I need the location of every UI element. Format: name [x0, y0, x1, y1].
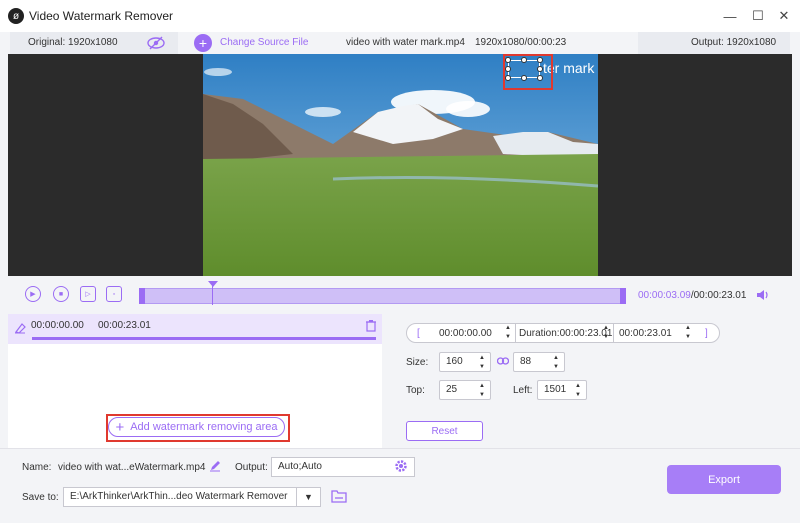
output-format-value: Auto;Auto: [278, 461, 322, 472]
left-stepper[interactable]: ▲ ▼: [573, 382, 583, 400]
video-frame[interactable]: ter mark: [203, 54, 598, 276]
edit-name-icon[interactable]: [209, 460, 221, 475]
next-frame-icon[interactable]: ▷: [80, 286, 96, 302]
save-to-label: Save to:: [22, 492, 59, 503]
window-title: Video Watermark Remover: [29, 9, 174, 23]
left-value: 1501: [544, 384, 567, 395]
reset-button[interactable]: Reset: [406, 421, 483, 441]
save-path-value: E:\ArkThinker\ArkThin...deo Watermark Re…: [70, 491, 288, 502]
play-icon[interactable]: ▶: [25, 286, 41, 302]
video-preview: ter mark: [8, 54, 792, 276]
save-path-field[interactable]: E:\ArkThinker\ArkThin...deo Watermark Re…: [63, 487, 321, 507]
output-resolution: Output: 1920x1080: [691, 37, 777, 48]
link-ratio-icon[interactable]: [496, 356, 510, 369]
height-value: 88: [520, 356, 532, 367]
segment-progress: [32, 337, 376, 340]
width-value: 160: [446, 356, 463, 367]
segment-row[interactable]: 00:00:00.00 00:00:23.01: [8, 314, 382, 344]
start-time-field[interactable]: 00:00:00.00: [439, 324, 492, 342]
segment-end: 00:00:23.01: [98, 320, 151, 331]
playhead-line: [212, 283, 213, 305]
trim-start-handle[interactable]: [139, 288, 145, 304]
file-name: video with water mark.mp4: [346, 37, 465, 48]
height-stepper[interactable]: ▲ ▼: [551, 354, 561, 372]
volume-icon[interactable]: [756, 288, 770, 305]
duration-stepper[interactable]: ▲ ▼: [601, 324, 611, 342]
duration-field[interactable]: Duration:00:00:23.01: [519, 324, 612, 342]
eye-off-icon[interactable]: [147, 36, 165, 53]
end-time-stepper[interactable]: ▲ ▼: [683, 324, 693, 342]
width-stepper[interactable]: ▲ ▼: [477, 354, 487, 372]
playhead-icon[interactable]: [208, 281, 218, 287]
name-label: Name:: [22, 462, 52, 473]
segment-start: 00:00:00.00: [31, 320, 84, 331]
watermark-highlight: [503, 54, 553, 90]
export-button[interactable]: Export: [667, 465, 781, 494]
original-resolution: Original: 1920x1080: [28, 37, 118, 48]
trash-icon[interactable]: [365, 319, 377, 335]
output-file-name: video with wat...eWatermark.mp4: [58, 462, 206, 473]
set-start-button[interactable]: [: [417, 324, 420, 342]
eraser-icon: [14, 322, 26, 337]
settings-panel: [ 00:00:00.00 ▲ ▼ Duration:00:00:23.01 ▲ ▼…: [382, 314, 792, 448]
stop-icon[interactable]: ■: [53, 286, 69, 302]
segment-panel: 00:00:00.00 00:00:23.01 + Add watermark …: [8, 314, 382, 448]
start-time-stepper[interactable]: ▲ ▼: [503, 324, 513, 342]
title-bar: ø Video Watermark Remover — ☐ ✕: [0, 0, 800, 32]
top-input[interactable]: 25 ▲ ▼: [439, 380, 491, 400]
trim-end-handle[interactable]: [620, 288, 626, 304]
gear-icon[interactable]: [394, 459, 408, 476]
maximize-button[interactable]: ☐: [748, 6, 768, 26]
change-source-link[interactable]: Change Source File: [220, 37, 308, 48]
end-time-field[interactable]: 00:00:23.01: [619, 324, 672, 342]
set-end-button[interactable]: ]: [705, 324, 708, 342]
top-stepper[interactable]: ▲ ▼: [477, 382, 487, 400]
file-resolution-duration: 1920x1080/00:00:23: [475, 37, 567, 48]
chevron-down-icon[interactable]: ▼: [296, 488, 320, 506]
height-input[interactable]: 88 ▲ ▼: [513, 352, 565, 372]
playback-controls: ▶ ■ ▷ ▫ 00:00:03.09/00:00:23.01: [8, 276, 792, 314]
app-logo-icon: ø: [8, 8, 24, 24]
size-label: Size:: [406, 357, 429, 368]
left-label: Left:: [513, 385, 533, 396]
info-bar: Original: 1920x1080 + Change Source File…: [0, 32, 800, 54]
close-button[interactable]: ✕: [774, 6, 794, 26]
output-settings: Name: video with wat...eWatermark.mp4 Ou…: [0, 448, 800, 523]
top-value: 25: [446, 384, 458, 395]
top-label: Top:: [406, 385, 425, 396]
timecode-row: [ 00:00:00.00 ▲ ▼ Duration:00:00:23.01 ▲ ▼…: [406, 323, 720, 343]
minimize-button[interactable]: —: [720, 6, 740, 26]
left-input[interactable]: 1501 ▲ ▼: [537, 380, 587, 400]
current-time: 00:00:03.09: [638, 290, 691, 301]
total-time: /00:00:23.01: [690, 290, 747, 301]
button-highlight: [106, 414, 290, 442]
width-input[interactable]: 160 ▲ ▼: [439, 352, 491, 372]
timeline-track[interactable]: [139, 281, 626, 305]
output-label: Output:: [235, 462, 268, 473]
snapshot-icon[interactable]: ▫: [106, 286, 122, 302]
folder-icon[interactable]: [331, 489, 347, 506]
add-source-icon[interactable]: +: [194, 34, 212, 52]
time-readout: 00:00:03.09/00:00:23.01: [638, 290, 746, 301]
